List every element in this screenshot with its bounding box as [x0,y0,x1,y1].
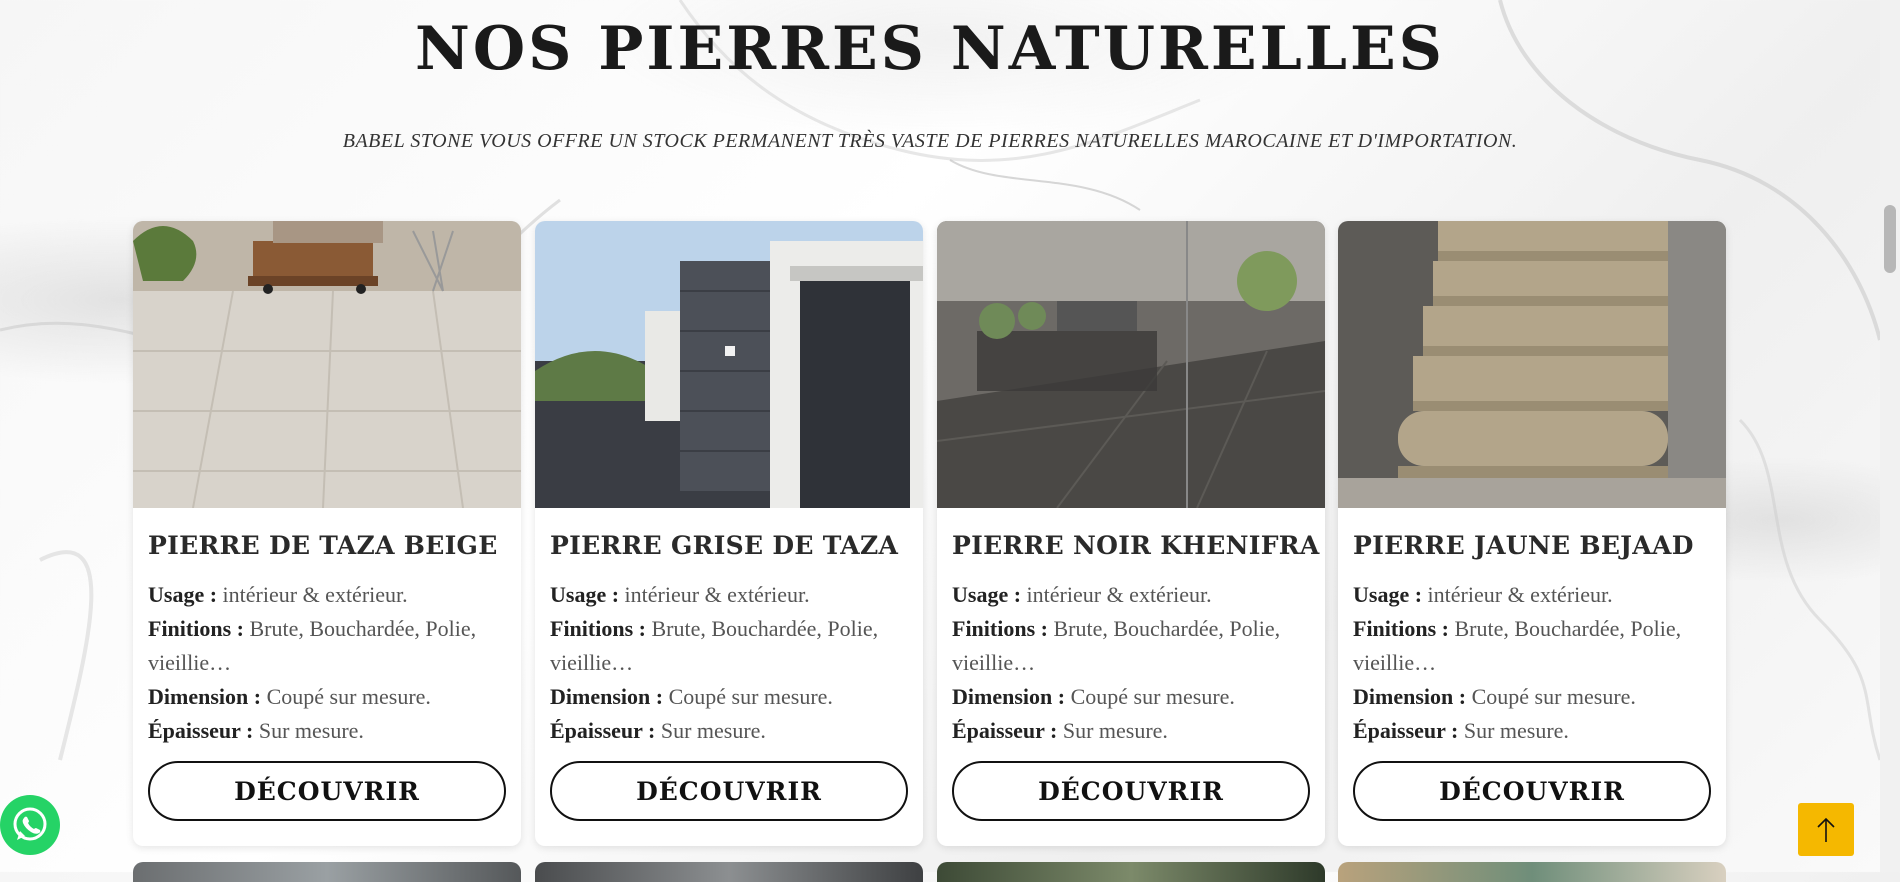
page-scrollbar[interactable] [1880,0,1900,872]
usage-value: intérieur & extérieur. [222,582,408,607]
next-card-peek [133,862,521,882]
next-card-peek [937,862,1325,882]
discover-button[interactable]: DÉCOUVRIR [550,761,908,821]
usage-value: intérieur & extérieur. [1026,582,1212,607]
scrollbar-thumb[interactable] [1884,205,1896,273]
product-image-noir-khenifra[interactable] [937,221,1325,508]
dimension-label: Dimension : [1353,684,1467,709]
epaisseur-label: Épaisseur : [1353,718,1459,743]
finitions-label: Finitions : [550,616,646,641]
finitions-label: Finitions : [148,616,244,641]
discover-button[interactable]: DÉCOUVRIR [148,761,506,821]
dimension-value: Coupé sur mesure. [1471,684,1636,709]
product-image-jaune-bejaad[interactable] [1338,221,1726,508]
next-card-peek [535,862,923,882]
scroll-top-button[interactable] [1798,803,1854,856]
section-title: NOS PIERRES NATURELLES [414,14,1446,84]
usage-value: intérieur & extérieur. [1427,582,1613,607]
discover-button[interactable]: DÉCOUVRIR [952,761,1310,821]
section-subtitle: BABEL STONE VOUS OFFRE UN STOCK PERMANEN… [342,130,1518,152]
epaisseur-label: Épaisseur : [952,718,1058,743]
dimension-label: Dimension : [550,684,664,709]
usage-label: Usage : [550,582,620,607]
dimension-label: Dimension : [952,684,1066,709]
product-specs: Usage : intérieur & extérieur. Finitions… [952,578,1302,748]
product-name: PIERRE GRISE DE TAZA [550,531,899,560]
product-name: PIERRE NOIR KHENIFRA [952,531,1320,560]
product-specs: Usage : intérieur & extérieur. Finitions… [550,578,900,748]
product-card: PIERRE JAUNE BEJAAD Usage : intérieur & … [1338,221,1726,846]
dimension-label: Dimension : [148,684,262,709]
product-name: PIERRE JAUNE BEJAAD [1353,531,1694,560]
finitions-label: Finitions : [1353,616,1449,641]
epaisseur-value: Sur mesure. [660,718,766,743]
finitions-label: Finitions : [952,616,1048,641]
epaisseur-label: Épaisseur : [148,718,254,743]
next-card-peek [1338,862,1726,882]
product-card: PIERRE NOIR KHENIFRA Usage : intérieur &… [937,221,1325,846]
usage-label: Usage : [952,582,1022,607]
product-image-taza-beige[interactable] [133,221,521,508]
usage-label: Usage : [1353,582,1423,607]
epaisseur-label: Épaisseur : [550,718,656,743]
whatsapp-icon [13,807,47,841]
product-card: PIERRE GRISE DE TAZA Usage : intérieur &… [535,221,923,846]
usage-label: Usage : [148,582,218,607]
products-section: NOS PIERRES NATURELLES BABEL STONE VOUS … [0,0,1880,882]
product-specs: Usage : intérieur & extérieur. Finitions… [1353,578,1703,748]
product-card: PIERRE DE TAZA BEIGE Usage : intérieur &… [133,221,521,846]
epaisseur-value: Sur mesure. [1463,718,1569,743]
arrow-up-icon [1817,817,1835,842]
usage-value: intérieur & extérieur. [624,582,810,607]
dimension-value: Coupé sur mesure. [1070,684,1235,709]
product-specs: Usage : intérieur & extérieur. Finitions… [148,578,498,748]
discover-button[interactable]: DÉCOUVRIR [1353,761,1711,821]
product-image-grise-taza[interactable] [535,221,923,508]
whatsapp-button[interactable] [0,795,60,855]
dimension-value: Coupé sur mesure. [668,684,833,709]
dimension-value: Coupé sur mesure. [266,684,431,709]
epaisseur-value: Sur mesure. [1062,718,1168,743]
product-name: PIERRE DE TAZA BEIGE [148,531,498,560]
epaisseur-value: Sur mesure. [258,718,364,743]
